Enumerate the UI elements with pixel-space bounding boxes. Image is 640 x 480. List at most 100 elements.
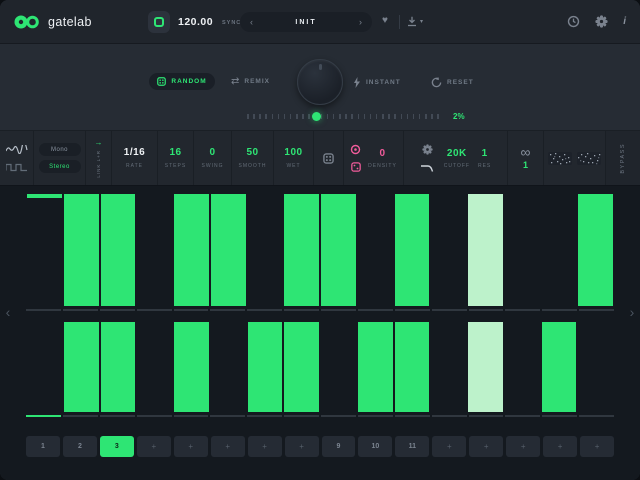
- lane1-step-8[interactable]: [283, 194, 320, 306]
- lane2-step-8[interactable]: [283, 322, 320, 412]
- link-channels-toggle[interactable]: → LINK L+R: [86, 131, 112, 185]
- param-value[interactable]: 0: [209, 147, 215, 158]
- lane1-step-14[interactable]: [504, 194, 541, 306]
- pattern-slot-1[interactable]: 1: [26, 436, 60, 457]
- pattern-slot-10[interactable]: 10: [358, 436, 392, 457]
- infinite-mode-toggle[interactable]: ∞ 1: [508, 131, 544, 185]
- lane2-step-14[interactable]: [504, 322, 541, 412]
- lane1-step-5[interactable]: [173, 194, 210, 306]
- bypass-toggle[interactable]: BYPASS: [606, 131, 640, 185]
- slider-thumb[interactable]: [312, 112, 321, 121]
- lane1-step-9[interactable]: [320, 194, 357, 306]
- remix-button[interactable]: ⇄ REMIX: [231, 77, 270, 86]
- lane1-step-4[interactable]: [136, 194, 173, 306]
- pattern-slot-12[interactable]: +: [432, 436, 466, 457]
- lane2-step-9[interactable]: [320, 322, 357, 412]
- lane1-step-12[interactable]: [430, 194, 467, 306]
- tempo-display[interactable]: 120.00: [178, 16, 213, 28]
- lane1-step-3[interactable]: [100, 194, 137, 306]
- density-value[interactable]: 0: [379, 148, 385, 159]
- pattern-slot-16[interactable]: +: [580, 436, 614, 457]
- pattern-slot-8[interactable]: +: [285, 436, 319, 457]
- lane2-step-16[interactable]: [577, 322, 614, 412]
- reset-button[interactable]: RESET: [431, 77, 474, 88]
- info-icon[interactable]: i: [623, 16, 626, 27]
- param-steps[interactable]: 16STEPS: [158, 131, 194, 185]
- pattern-slot-11[interactable]: 11: [395, 436, 429, 457]
- play-stop-button[interactable]: [148, 11, 170, 33]
- pattern-slot-5[interactable]: +: [174, 436, 208, 457]
- mono-button[interactable]: Mono: [39, 143, 81, 156]
- pattern-preview-b[interactable]: [577, 152, 601, 165]
- pattern-slot-4[interactable]: +: [137, 436, 171, 457]
- lane2-step-4[interactable]: [136, 322, 173, 412]
- pattern-slot-7[interactable]: +: [248, 436, 282, 457]
- main-knob[interactable]: [297, 59, 343, 105]
- lane1-step-16[interactable]: [577, 194, 614, 306]
- lane1-step-11[interactable]: [394, 194, 431, 306]
- wave-random-icon[interactable]: [6, 145, 28, 154]
- lane1-step-13[interactable]: [467, 194, 504, 306]
- preset-prev-button[interactable]: ‹: [250, 18, 253, 27]
- random-button[interactable]: RANDOM: [149, 73, 215, 90]
- pattern-preview-a[interactable]: [548, 152, 572, 165]
- lane2-step-15[interactable]: [541, 322, 578, 412]
- pattern-slot-14[interactable]: +: [506, 436, 540, 457]
- wave-square-icon[interactable]: [6, 163, 28, 172]
- param-smooth[interactable]: 50SMOOTH: [232, 131, 274, 185]
- param-rate[interactable]: 1/16RATE: [112, 131, 158, 185]
- lane2-step-5[interactable]: [173, 322, 210, 412]
- lane2-step-13[interactable]: [467, 322, 504, 412]
- density-dice-icon[interactable]: [351, 162, 361, 172]
- param-value[interactable]: 16: [169, 147, 181, 158]
- stereo-button[interactable]: Stereo: [39, 160, 81, 173]
- density-power-icon[interactable]: [350, 144, 361, 155]
- lane2-step-11[interactable]: [394, 322, 431, 412]
- pattern-slot-2[interactable]: 2: [63, 436, 97, 457]
- param-wet[interactable]: 100WET: [274, 131, 314, 185]
- pattern-slot-3[interactable]: 3: [100, 436, 134, 457]
- gear-icon[interactable]: [595, 15, 608, 28]
- pattern-slot-13[interactable]: +: [469, 436, 503, 457]
- lane2-step-12[interactable]: [430, 322, 467, 412]
- lane2-step-1[interactable]: [26, 322, 63, 412]
- param-swing[interactable]: 0SWING: [194, 131, 232, 185]
- ruler-segment: [321, 415, 356, 417]
- lane2-step-10[interactable]: [357, 322, 394, 412]
- preset-next-button[interactable]: ›: [359, 18, 362, 27]
- cutoff-value[interactable]: 20K: [447, 148, 467, 159]
- gate-shape-selector: [0, 131, 34, 185]
- lane2-step-6[interactable]: [210, 322, 247, 412]
- param-value[interactable]: 1/16: [124, 147, 145, 158]
- lane1-step-6[interactable]: [210, 194, 247, 306]
- preset-name[interactable]: INIT: [295, 19, 316, 26]
- ruler-segment: [137, 415, 172, 417]
- lane1-step-2[interactable]: [63, 194, 100, 306]
- lane1-step-10[interactable]: [357, 194, 394, 306]
- page-next-button[interactable]: ›: [626, 304, 638, 320]
- lane2-step-2[interactable]: [63, 322, 100, 412]
- lane1-step-15[interactable]: [541, 194, 578, 306]
- page-prev-button[interactable]: ‹: [2, 304, 14, 320]
- clock-icon[interactable]: [567, 15, 580, 28]
- lane2-step-3[interactable]: [100, 322, 137, 412]
- randomize-steps-button[interactable]: [314, 131, 344, 185]
- sync-toggle[interactable]: SYNC: [222, 20, 241, 26]
- filter-gear-icon[interactable]: [422, 144, 433, 155]
- favorite-heart-icon[interactable]: ♥: [382, 15, 388, 26]
- pattern-slot-15[interactable]: +: [543, 436, 577, 457]
- lane1-step-7[interactable]: [247, 194, 284, 306]
- filter-curve-icon[interactable]: [420, 163, 436, 173]
- infinity-value[interactable]: 1: [523, 160, 528, 170]
- param-value[interactable]: 100: [284, 147, 302, 158]
- pattern-slot-9[interactable]: 9: [322, 436, 356, 457]
- lane2-step-7[interactable]: [247, 322, 284, 412]
- instant-toggle[interactable]: INSTANT: [353, 77, 401, 88]
- random-amount-slider[interactable]: [247, 111, 439, 121]
- link-arrow-icon: →: [95, 139, 103, 147]
- resonance-value[interactable]: 1: [482, 148, 488, 159]
- param-value[interactable]: 50: [246, 147, 258, 158]
- lane1-step-1[interactable]: [26, 194, 63, 306]
- save-preset-button[interactable]: ▾: [407, 16, 423, 27]
- pattern-slot-6[interactable]: +: [211, 436, 245, 457]
